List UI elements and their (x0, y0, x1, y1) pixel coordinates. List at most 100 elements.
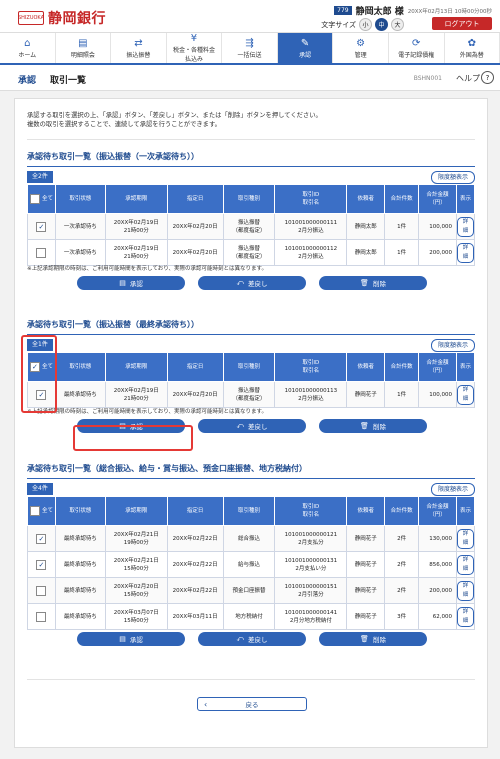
detail-cell: 詳細 (455, 239, 476, 266)
bulk-transfer-icon: ⇶ (245, 37, 254, 49)
column-header: 表示 (455, 496, 476, 526)
limit-display-button[interactable]: 限度額表示 (430, 171, 475, 184)
transaction-table: 全て 取引状態 承認期限 指定日 取引種別 取引ID 取引名 依頼者 合計件数 合計金額 （円）… (27, 184, 476, 266)
cell-count-text: 2件 (397, 587, 407, 594)
help-link[interactable]: ヘルプ (456, 73, 480, 84)
row-select-cell[interactable] (27, 577, 56, 604)
select-all-checkbox[interactable] (29, 194, 40, 204)
select-all-header[interactable]: 全て (27, 496, 56, 526)
detail-cell: 詳細 (455, 551, 476, 578)
row-select-cell[interactable]: ✓ (27, 213, 56, 240)
tax-payment-icon: ¥ (190, 33, 198, 44)
select-all[interactable]: 全て (28, 506, 55, 516)
cell-status-text: 一次承認待ち (63, 249, 97, 256)
font-size-switcher: 文字サイズ 小 中 大 (321, 18, 404, 31)
nav-item-e-record[interactable]: ⟳ 電子記録債権 (389, 33, 445, 63)
cell-requester-text: 静岡太郎 (354, 249, 377, 256)
forex-icon: ✿ (467, 37, 476, 49)
reject-button[interactable]: ⤺ 差戻し (198, 419, 306, 433)
delete-button[interactable]: 🗑 削除 (319, 632, 427, 646)
nav-item-home[interactable]: ⌂ ホーム (0, 33, 56, 63)
row-checkbox[interactable]: ✓ (36, 533, 47, 544)
row-select-cell[interactable] (27, 603, 56, 630)
detail-button[interactable]: 詳細 (456, 606, 474, 627)
row-checkbox[interactable] (36, 585, 47, 596)
row-checkbox[interactable] (36, 247, 47, 258)
cell-id-name-text: 101001000000112 2月分振込 (284, 245, 338, 260)
nav-item-forex[interactable]: ✿ 外国為替 (445, 33, 500, 63)
reject-button[interactable]: ⤺ 差戻し (198, 632, 306, 646)
user-badge: 779 (334, 6, 352, 15)
column-header-label: 取引種別 (237, 508, 260, 514)
logout-button[interactable]: ログアウト (432, 17, 492, 30)
approval-section: 承認待ち取引一覧（振込振替（一次承認待ち）） 全2件 限度額表示 全て 取引状態 承認期限… (27, 151, 476, 290)
nav-item-tax-payment[interactable]: ¥ 税金・各種料金 払込み (167, 33, 223, 63)
row-checkbox[interactable] (36, 611, 47, 622)
detail-button[interactable]: 詳細 (456, 384, 474, 405)
nav-item-bulk-transfer[interactable]: ⇶ 一括伝送 (222, 33, 278, 63)
global-nav: ⌂ ホーム ▤ 明細照会 ⇄ 振込振替 ¥ 税金・各種料金 払込み ⇶ 一括伝送 ✎ 承認 ⚙ 管理 ⟳ 電子… (0, 32, 500, 66)
cell-id-name: 101001000000111 2月分振込 (274, 213, 348, 240)
cell-deadline: 20XX年02月21日 15時00分 (104, 551, 168, 578)
table-header-row: 全て 取引状態 承認期限 指定日 取引種別 取引ID 取引名 依頼者 合計件数 合計金額 （円）… (27, 184, 476, 214)
column-header-label: 取引状態 (69, 508, 92, 514)
cell-status: 一次承認待ち (54, 213, 106, 240)
cell-amount-text: 130,000 (429, 535, 452, 542)
row-select-cell[interactable]: ✓ (27, 525, 56, 552)
back-button[interactable]: ‹ 戻る (197, 697, 307, 711)
detail-button[interactable]: 詳細 (456, 528, 474, 549)
divider (27, 139, 475, 140)
cell-status: 最終承認待ち (54, 603, 106, 630)
cell-count: 2件 (384, 577, 420, 604)
font-size-small-button[interactable]: 小 (359, 18, 372, 31)
cell-count-text: 1件 (397, 223, 407, 230)
row-checkbox[interactable]: ✓ (36, 221, 47, 232)
select-all-checkbox[interactable] (29, 506, 40, 516)
nav-item-label: 振込振替 (126, 51, 151, 59)
reject-button[interactable]: ⤺ 差戻し (198, 276, 306, 290)
column-header: 合計件数 (384, 496, 420, 526)
detail-button[interactable]: 詳細 (456, 554, 474, 575)
font-size-large-button[interactable]: 大 (391, 18, 404, 31)
column-header-label: 合計件数 (390, 364, 413, 370)
row-select-cell[interactable] (27, 239, 56, 266)
cell-id-name: 101001000000131 2月支払い分 (274, 551, 348, 578)
detail-button[interactable]: 詳細 (456, 580, 474, 601)
return-icon: ⤺ (236, 421, 244, 430)
nav-item-admin[interactable]: ⚙ 管理 (333, 33, 389, 63)
delete-button[interactable]: 🗑 削除 (319, 276, 427, 290)
trash-icon: 🗑 (360, 635, 369, 643)
cell-type-text: 預金口座振替 (232, 587, 266, 594)
nav-item-statement[interactable]: ▤ 明細照会 (56, 33, 112, 63)
limit-display-button[interactable]: 限度額表示 (430, 483, 475, 496)
cell-status: 最終承認待ち (54, 577, 106, 604)
cell-type: 総合振込 (222, 525, 276, 552)
cell-date-text: 20XX年02月22日 (172, 561, 218, 568)
cell-count-text: 1件 (397, 391, 407, 398)
select-all-header[interactable]: 全て (27, 184, 56, 214)
top-header: SHIZUOKA 静岡銀行 779 静岡太郎 様 20XX年02月13日 10時… (0, 0, 500, 32)
record-count: 全2件 (27, 171, 53, 183)
nav-item-transfer[interactable]: ⇄ 振込振替 (111, 33, 167, 63)
approve-button[interactable]: ▤ 承認 (77, 276, 185, 290)
cell-count-text: 3件 (397, 613, 407, 620)
detail-button[interactable]: 詳細 (456, 216, 474, 237)
delete-button[interactable]: 🗑 削除 (319, 419, 427, 433)
nav-item-approval[interactable]: ✎ 承認 (277, 33, 334, 63)
detail-button[interactable]: 詳細 (456, 242, 474, 263)
admin-icon: ⚙ (356, 37, 366, 49)
cell-status-text: 最終承認待ち (63, 535, 97, 542)
cell-type: 預金口座振替 (222, 577, 276, 604)
row-select-cell[interactable]: ✓ (27, 551, 56, 578)
row-checkbox[interactable]: ✓ (36, 559, 47, 570)
limit-display-button[interactable]: 限度額表示 (430, 339, 475, 352)
column-header-label: 合計件数 (390, 508, 413, 514)
select-all[interactable]: 全て (28, 194, 55, 204)
bank-logo[interactable]: SHIZUOKA 静岡銀行 (18, 8, 106, 28)
font-size-medium-button[interactable]: 中 (375, 18, 388, 31)
cell-deadline: 20XX年03月07日 15時00分 (104, 603, 168, 630)
approve-button[interactable]: ▤ 承認 (77, 632, 185, 646)
e-record-icon: ⟳ (412, 37, 421, 49)
cell-deadline: 20XX年02月19日 21時00分 (104, 381, 168, 408)
help-icon[interactable]: ? (481, 71, 494, 84)
